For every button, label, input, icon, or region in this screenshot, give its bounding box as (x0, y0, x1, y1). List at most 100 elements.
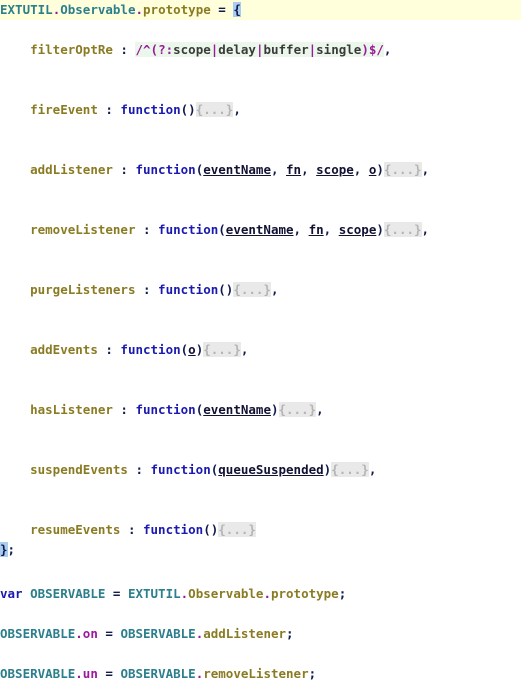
code-line[interactable]: var OBSERVABLE = EXTUTIL.Observable.prot… (0, 584, 521, 604)
code-line[interactable]: OBSERVABLE.un = OBSERVABLE.removeListene… (0, 664, 521, 684)
function-parameter: eventName (203, 162, 271, 177)
matching-brace-highlight: } (0, 542, 8, 557)
property-token: removeListener (30, 222, 136, 237)
code-fold-placeholder[interactable]: {...} (383, 222, 422, 237)
regex-token: scope (173, 42, 211, 57)
regex-token: / (135, 42, 144, 57)
code-token: , (240, 342, 249, 357)
function-parameter: eventName (203, 402, 271, 417)
code-token: : (112, 162, 136, 177)
member-access-token: . (75, 626, 83, 641)
code-token: , (353, 162, 369, 177)
code-token: = (105, 586, 128, 601)
keyword-token: function (135, 402, 196, 417)
property-token: addEvents (30, 342, 98, 357)
property-token: Observable (188, 586, 264, 601)
namespace-token: EXTUTIL (127, 586, 181, 601)
regex-token: delay (218, 42, 256, 57)
code-token: , (293, 222, 309, 237)
code-line[interactable]: OBSERVABLE.on = OBSERVABLE.addListener; (0, 624, 521, 644)
code-line[interactable]: }; (0, 540, 521, 560)
code-token: , (301, 162, 317, 177)
keyword-token: function (158, 282, 219, 297)
regex-token: ^(?: (143, 42, 174, 57)
namespace-token: OBSERVABLE (30, 586, 106, 601)
code-token: ; (308, 666, 317, 681)
code-token: : (97, 342, 121, 357)
regex-token: buffer (263, 42, 309, 57)
code-token: = (97, 626, 121, 641)
code-line[interactable]: addListener : function(eventName, fn, sc… (0, 160, 521, 180)
code-token: : (135, 222, 159, 237)
code-token: : (135, 282, 159, 297)
code-token: () (180, 102, 196, 117)
code-token: , (383, 42, 392, 57)
function-parameter: scope (338, 222, 377, 237)
code-token: = (210, 2, 234, 17)
code-line[interactable]: EXTUTIL.Observable.prototype = { (0, 0, 521, 20)
property-token: prototype (143, 2, 211, 17)
member-access-token: . (135, 2, 144, 17)
member-access-token: on (82, 626, 98, 641)
function-parameter: scope (316, 162, 354, 177)
namespace-token: Observable (60, 2, 136, 17)
code-fold-placeholder[interactable]: {...} (203, 342, 241, 357)
code-token: , (323, 222, 339, 237)
function-parameter: fn (308, 222, 324, 237)
code-token: : (112, 42, 136, 57)
code-token: ( (218, 222, 226, 237)
code-fold-placeholder[interactable]: {...} (331, 462, 369, 477)
code-token: , (233, 102, 241, 117)
code-token: ) (376, 222, 384, 237)
code-fold-placeholder[interactable]: {...} (218, 522, 256, 537)
regex-token: single (316, 42, 362, 57)
property-token: purgeListeners (30, 282, 136, 297)
code-editor-pane[interactable]: EXTUTIL.Observable.prototype = { filterO… (0, 0, 521, 688)
member-access-token: un (82, 666, 98, 681)
keyword-token: function (120, 102, 181, 117)
namespace-token: OBSERVABLE (120, 626, 196, 641)
code-token: , (368, 462, 377, 477)
code-fold-placeholder[interactable]: {...} (278, 402, 317, 417)
member-access-token: . (75, 666, 83, 681)
code-token: , (421, 222, 430, 237)
function-parameter: eventName (225, 222, 294, 237)
code-token: () (218, 282, 234, 297)
code-token: : (97, 102, 121, 117)
keyword-token: var (0, 586, 23, 601)
code-token: , (421, 162, 430, 177)
namespace-token: EXTUTIL (0, 2, 53, 17)
code-token: ; (338, 586, 347, 601)
keyword-token: function (135, 162, 196, 177)
regex-token: )$ (361, 42, 377, 57)
code-token: () (203, 522, 219, 537)
code-line[interactable]: removeListener : function(eventName, fn,… (0, 220, 521, 240)
code-line[interactable]: resumeEvents : function(){...} (0, 520, 521, 540)
code-line[interactable]: addEvents : function(o){...}, (0, 340, 521, 360)
code-token: ) (376, 162, 384, 177)
property-token: suspendEvents (30, 462, 128, 477)
code-fold-placeholder[interactable]: {...} (383, 162, 422, 177)
code-line[interactable]: purgeListeners : function(){...}, (0, 280, 521, 300)
namespace-token: OBSERVABLE (0, 666, 76, 681)
code-fold-placeholder[interactable]: {...} (233, 282, 271, 297)
code-line[interactable]: fireEvent : function(){...}, (0, 100, 521, 120)
property-token: resumeEvents (30, 522, 121, 537)
code-line[interactable]: hasListener : function(eventName){...}, (0, 400, 521, 420)
code-token: ; (286, 626, 294, 641)
code-line[interactable]: suspendEvents : function(queueSuspended)… (0, 460, 521, 480)
code-token: = (97, 666, 121, 681)
code-token: : (127, 462, 151, 477)
code-fold-placeholder[interactable]: {...} (195, 102, 234, 117)
regex-token: / (376, 42, 384, 57)
code-token: : (120, 522, 143, 537)
namespace-token: OBSERVABLE (120, 666, 196, 681)
code-line[interactable]: filterOptRe : /^(?:scope|delay|buffer|si… (0, 40, 521, 60)
